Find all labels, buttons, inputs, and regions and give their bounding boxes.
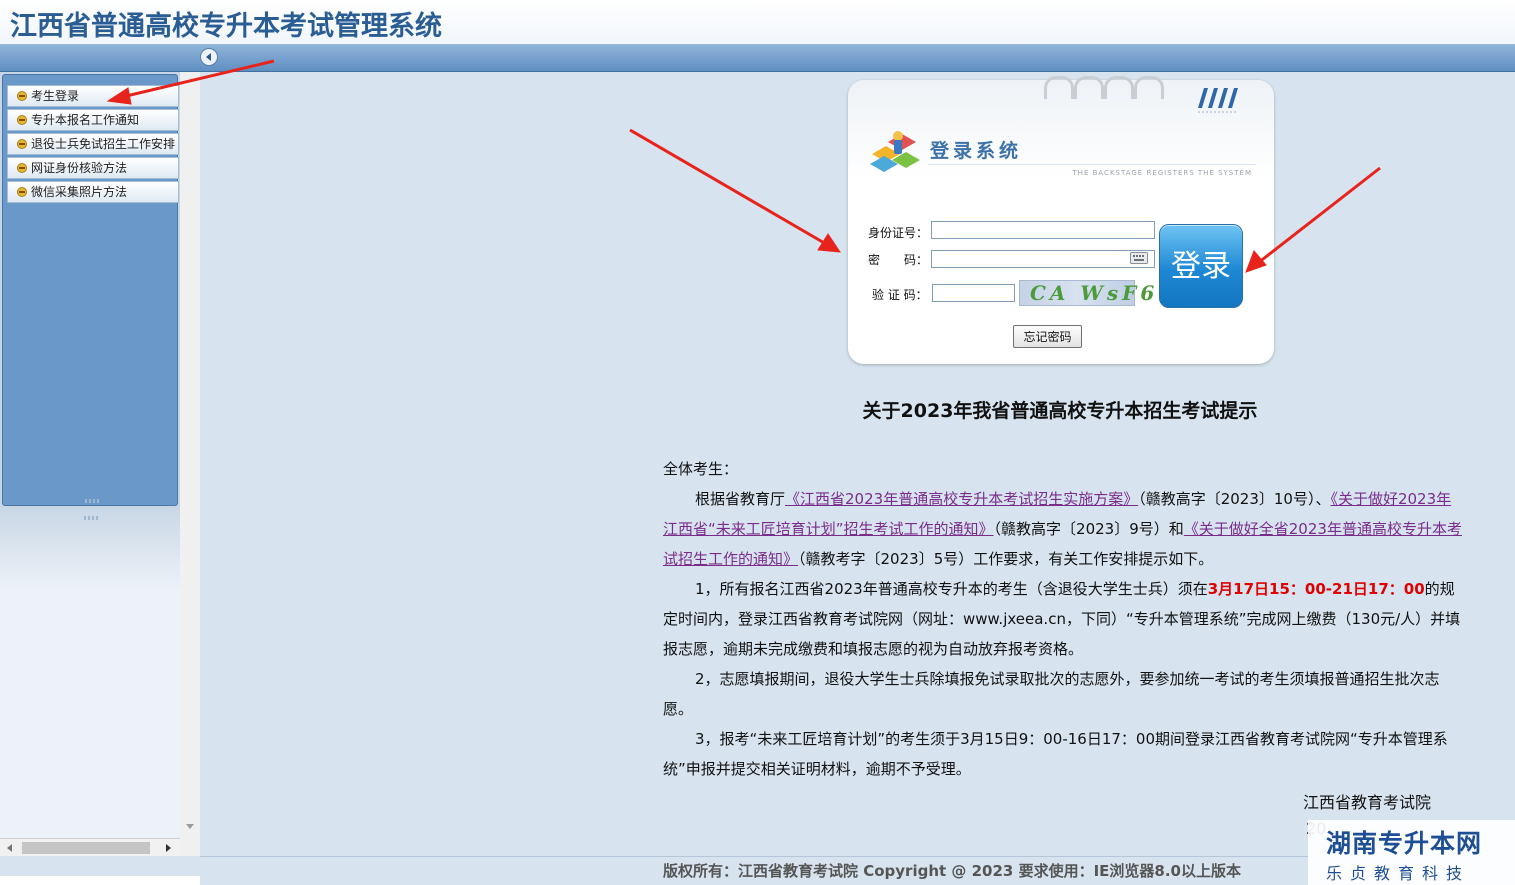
sidebar-item-label: 微信采集照片方法 (31, 185, 128, 199)
notice-text: 1，所有报名江西省2023年普通高校专升本的考生（含退役大学生士兵）须在 (695, 580, 1208, 598)
binder-ring (1134, 76, 1164, 99)
sidebar: 考生登录 专升本报名工作通知 退役士兵免试招生工作安排 网证身份核验方法 微信采… (0, 72, 180, 856)
login-logo-icon (870, 131, 920, 172)
forgot-password-button[interactable]: 忘记密码 (1013, 325, 1082, 348)
notice-paragraph-4: 3，报考“未来工匠培育计划”的考生须于3月15日9：00-16日17：00期间登… (663, 730, 1448, 778)
notice-greeting: 全体考生： (663, 460, 739, 478)
notice-body: 全体考生： 根据省教育厅《江西省2023年普通高校专升本考试招生实施方案》（赣教… (663, 454, 1463, 784)
sidebar-vertical-scrollbar[interactable] (180, 72, 200, 856)
sidebar-item-label: 专升本报名工作通知 (31, 113, 140, 127)
sidebar-menu-panel: 考生登录 专升本报名工作通知 退役士兵免试招生工作安排 网证身份核验方法 微信采… (2, 74, 179, 506)
sidebar-item-registration-notice[interactable]: 专升本报名工作通知 (7, 109, 179, 131)
login-panel: 登录系统 THE BACKSTAGE REGISTERS THE SYSTEM … (848, 76, 1274, 364)
panel-resize-grip[interactable] (85, 499, 99, 503)
notice-text: 根据省教育厅 (695, 490, 786, 508)
menu-bullet-icon (17, 115, 27, 125)
watermark-title: 湖南专升本网 (1326, 829, 1483, 858)
login-button[interactable]: 登录 (1159, 224, 1243, 308)
binder-ring (1044, 76, 1074, 99)
id-number-label: 身份证号： (868, 226, 929, 240)
implementation-plan-link[interactable]: 《江西省2023年普通高校专升本考试招生实施方案》 (785, 490, 1138, 508)
menu-bullet-icon (17, 139, 27, 149)
captcha-image[interactable]: CA WsF6 (1019, 280, 1154, 306)
sidebar-item-veteran-arrangement[interactable]: 退役士兵免试招生工作安排 (7, 133, 179, 155)
notice-title: 关于2023年我省普通高校专升本招生考试提示 (862, 400, 1258, 422)
login-subtitle: THE BACKSTAGE REGISTERS THE SYSTEM (1072, 169, 1252, 177)
menu-bullet-icon (17, 187, 27, 197)
password-label: 密 码： (868, 253, 929, 267)
menu-bullet-icon (17, 91, 27, 101)
password-input[interactable] (931, 250, 1155, 268)
sidebar-item-label: 考生登录 (31, 89, 80, 103)
watermark-logo: 湖南专升本网 乐贞教育科技 (1308, 820, 1515, 885)
binder-ring (1074, 76, 1104, 99)
deadline-highlight: 3月17日15：00-21日17：00 (1207, 580, 1425, 598)
arrow-to-login-button (1257, 166, 1381, 265)
login-title: 登录系统 (930, 140, 1023, 162)
footer-copyright: 版权所有：江西省教育考试院 Copyright @ 2023 要求使用：IE浏览… (663, 862, 1241, 880)
scrollbar-thumb[interactable] (22, 842, 150, 854)
stripes-decoration-icon (1198, 88, 1238, 113)
divider (928, 164, 1256, 165)
collapse-left-icon (206, 53, 211, 61)
captcha-input[interactable] (932, 284, 1015, 302)
sidebar-item-label: 网证身份核验方法 (31, 161, 128, 175)
captcha-label: 验 证 码： (872, 288, 928, 302)
panel-resize-grip[interactable] (84, 516, 98, 520)
scroll-left-icon[interactable] (6, 843, 14, 853)
scroll-down-icon[interactable] (185, 822, 195, 830)
notice-signature: 江西省教育考试院 (1303, 793, 1432, 812)
sidebar-item-identity-verification[interactable]: 网证身份核验方法 (7, 157, 179, 179)
keyboard-icon[interactable] (1130, 252, 1148, 264)
notice-paragraph-2: 1，所有报名江西省2023年普通高校专升本的考生（含退役大学生士兵）须在3月17… (663, 574, 1463, 664)
arrow-to-id-input (629, 128, 827, 246)
menu-bullet-icon (17, 163, 27, 173)
collapse-sidebar-button[interactable] (200, 48, 218, 66)
app-title: 江西省普通高校专升本考试管理系统 (10, 11, 442, 42)
watermark-subtitle: 乐贞教育科技 (1326, 864, 1471, 883)
sidebar-item-wechat-photo[interactable]: 微信采集照片方法 (7, 181, 179, 203)
sidebar-item-label: 退役士兵免试招生工作安排 (31, 137, 176, 151)
status-strip (0, 876, 200, 885)
arrow-head (817, 233, 841, 253)
notice-paragraph-1: 根据省教育厅《江西省2023年普通高校专升本考试招生实施方案》（赣教高字〔202… (663, 484, 1463, 574)
sidebar-horizontal-scrollbar[interactable] (0, 838, 180, 856)
sidebar-lower-panel (0, 508, 180, 838)
notice-paragraph-3: 2，志愿填报期间，退役大学生士兵除填报免试录取批次的志愿外，要参加统一考试的考生… (663, 670, 1440, 718)
notice-text: （赣教高字〔2023〕10号）、 (1138, 490, 1331, 508)
binder-ring (1104, 76, 1134, 99)
id-number-input[interactable] (931, 221, 1155, 239)
header: 江西省普通高校专升本考试管理系统 (0, 0, 1515, 45)
toolbar-bar (0, 45, 1515, 72)
sidebar-item-exam-login[interactable]: 考生登录 (7, 85, 179, 107)
scroll-right-icon[interactable] (164, 843, 172, 853)
notice-text: （赣教高字〔2023〕9号）和 (993, 520, 1184, 538)
notice-text: （赣教考字〔2023〕5号）工作要求，有关工作安排提示如下。 (798, 550, 1214, 568)
